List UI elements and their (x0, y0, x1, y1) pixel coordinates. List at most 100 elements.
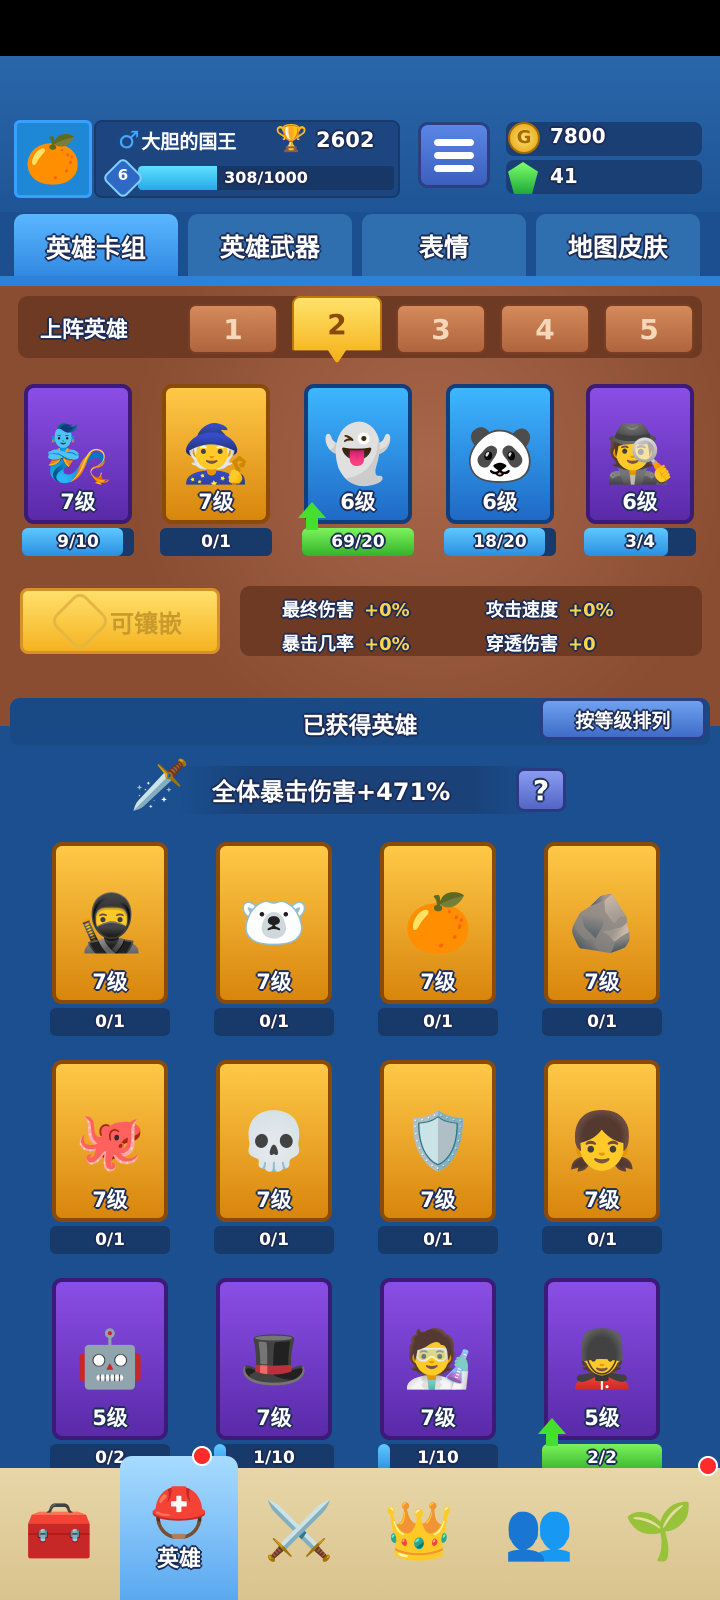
inlay-label: 可镶嵌 (110, 609, 182, 638)
hero-count-text: 3/4 (625, 532, 655, 552)
hero-level: 7级 (198, 490, 234, 514)
hero-count-text: 0/1 (259, 1230, 289, 1250)
deck-label: 上阵英雄 (40, 318, 129, 343)
player-avatar[interactable]: 🍊 (14, 120, 92, 198)
nav-label: 英雄 (156, 1546, 201, 1572)
hero-count-text: 0/1 (423, 1012, 453, 1032)
collection-hero-card[interactable]: 🛡️ 7级 (380, 1060, 496, 1222)
help-button[interactable]: ? (516, 768, 566, 812)
stat-penetration: 穿透伤害 +0 (486, 634, 596, 655)
deck-slot-4[interactable]: 4 (500, 304, 590, 354)
notification-badge (698, 1456, 718, 1476)
crown-shield-icon: 👑 (384, 1499, 454, 1564)
sword-icon: 🗡️ (130, 757, 190, 813)
stat-crit-rate: 暴击几率 +0% (282, 634, 410, 655)
hero-count-text: 0/1 (259, 1012, 289, 1032)
tab-map-skin[interactable]: 地图皮肤 (536, 214, 700, 278)
hero-count-text: 69/20 (331, 532, 385, 552)
player-level: 6 (117, 166, 129, 184)
nav-treasure-chest-button[interactable]: 🧰 (0, 1472, 118, 1590)
tab-hero-deck[interactable]: 英雄卡组 (14, 214, 178, 280)
hero-level: 7级 (420, 1406, 456, 1430)
hero-card-count: 0/1 (160, 528, 272, 556)
tab-underline (0, 276, 720, 286)
hero-card-count: 69/20 (302, 528, 414, 556)
gold-amount: 7800 (550, 124, 606, 148)
tab-emote[interactable]: 表情 (362, 214, 526, 278)
inlay-button[interactable]: 可镶嵌 (20, 588, 220, 654)
deck-hero-card[interactable]: 🕵️ 6级 (586, 384, 694, 524)
hero-level: 7级 (420, 1188, 456, 1212)
menu-button[interactable] (418, 122, 490, 188)
collection-hero-card[interactable]: 🥷 7级 (52, 842, 168, 1004)
collection-hero-card[interactable]: 👧 7级 (544, 1060, 660, 1222)
collection-hero-card[interactable]: 💂 5级 (544, 1278, 660, 1440)
collection-hero-card[interactable]: 🐙 7级 (52, 1060, 168, 1222)
deck-slot-3[interactable]: 3 (396, 304, 486, 354)
orange-avatar-icon: 🍊 (24, 131, 82, 186)
hero-level: 7级 (584, 1188, 620, 1212)
sprout-island-icon: 🌱 (624, 1499, 694, 1564)
player-name-row: ♂ 大胆的国王 (118, 126, 237, 154)
deck-slot-1[interactable]: 1 (188, 304, 278, 354)
hero-count-text: 0/1 (587, 1012, 617, 1032)
hero-level: 6级 (622, 490, 658, 514)
crossed-swords-icon: ⚔️ (264, 1499, 334, 1564)
collection-hero-card[interactable]: 🤖 5级 (52, 1278, 168, 1440)
upgrade-arrow-icon (298, 502, 326, 530)
hero-level: 7级 (256, 1406, 292, 1430)
collection-hero-card[interactable]: 🎩 7级 (216, 1278, 332, 1440)
hero-card-count: 0/1 (378, 1226, 498, 1254)
nav-friends-button[interactable]: 👥 (480, 1472, 598, 1590)
trophy-count: 2602 (316, 128, 375, 152)
hero-count-text: 0/1 (587, 1230, 617, 1250)
hero-card-count: 0/1 (50, 1226, 170, 1254)
hero-card-count: 0/1 (214, 1226, 334, 1254)
hero-count-text: 0/1 (95, 1230, 125, 1250)
hero-level: 6级 (482, 490, 518, 514)
male-icon: ♂ (118, 126, 140, 154)
hero-level: 5级 (92, 1406, 128, 1430)
hero-level: 7级 (256, 970, 292, 994)
gem-slot-icon (48, 589, 112, 653)
hero-card-count: 0/1 (214, 1008, 334, 1036)
hero-count-text: 2/2 (587, 1448, 617, 1468)
nav-knight-helmet-button[interactable]: ⛑️ 英雄 (120, 1456, 238, 1600)
collection-hero-card[interactable]: 🐻‍❄️ 7级 (216, 842, 332, 1004)
collection-hero-card[interactable]: 🍊 7级 (380, 842, 496, 1004)
hero-count-text: 9/10 (57, 532, 99, 552)
deck-hero-card[interactable]: 🧙 7级 (162, 384, 270, 524)
collection-hero-card[interactable]: 🧑‍🔬 7级 (380, 1278, 496, 1440)
nav-crown-shield-button[interactable]: 👑 (360, 1472, 478, 1590)
deck-hero-card[interactable]: 🐼 6级 (446, 384, 554, 524)
gold-coin-icon: G (508, 122, 540, 154)
hero-card-count: 0/1 (542, 1008, 662, 1036)
deck-hero-card[interactable]: 🧞 7级 (24, 384, 132, 524)
knight-helmet-icon: ⛑️ (149, 1484, 209, 1541)
hero-screen: 🍊 ♂ 大胆的国王 🏆 2602 6 308/1000 G 7800 41 英雄卡… (0, 56, 720, 1600)
hero-count-text: 1/10 (417, 1448, 459, 1468)
xp-text: 308/1000 (224, 168, 308, 187)
hero-level: 7级 (256, 1188, 292, 1212)
hero-count-text: 1/10 (253, 1448, 295, 1468)
sort-by-level-button[interactable]: 按等级排列 (540, 698, 706, 740)
hero-level: 7级 (92, 1188, 128, 1212)
deck-slot-5[interactable]: 5 (604, 304, 694, 354)
hero-card-count: 0/1 (378, 1008, 498, 1036)
hero-card-count: 0/1 (542, 1226, 662, 1254)
player-name: 大胆的国王 (141, 131, 237, 153)
collection-hero-card[interactable]: 💀 7级 (216, 1060, 332, 1222)
tab-hero-weapon[interactable]: 英雄武器 (188, 214, 352, 278)
hero-level: 7级 (420, 970, 456, 994)
hero-count-text: 0/1 (201, 532, 231, 552)
hero-card-count: 3/4 (584, 528, 696, 556)
upgrade-arrow-icon (538, 1418, 566, 1446)
collection-hero-card[interactable]: 🪨 7级 (544, 842, 660, 1004)
hero-count-text: 18/20 (473, 532, 527, 552)
nav-crossed-swords-button[interactable]: ⚔️ (240, 1472, 358, 1590)
friends-icon: 👥 (504, 1499, 574, 1564)
hero-card-count: 9/10 (22, 528, 134, 556)
hero-card-count: 18/20 (444, 528, 556, 556)
stat-attack-speed: 攻击速度 +0% (486, 600, 614, 621)
nav-sprout-island-button[interactable]: 🌱 (600, 1472, 718, 1590)
